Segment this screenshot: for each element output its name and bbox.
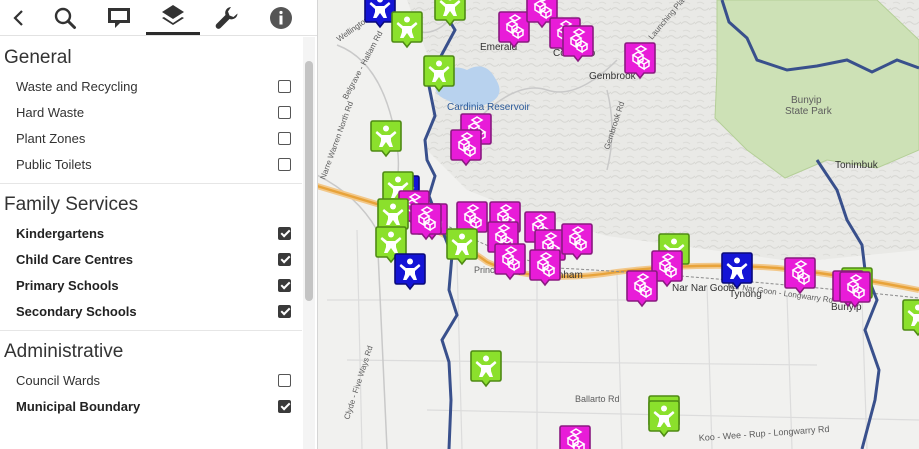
kindergarten-marker[interactable] xyxy=(446,228,478,266)
panel-scrollbar[interactable] xyxy=(303,37,315,449)
layer-item-council-wards[interactable]: Council Wards xyxy=(0,367,302,393)
layer-label: Child Care Centres xyxy=(16,251,134,267)
layer-item-primary-schools[interactable]: Primary Schools xyxy=(0,272,302,298)
map-view[interactable]: Emerald Cockatoo Gembrook Cardinia Reser… xyxy=(317,0,919,449)
wrench-icon xyxy=(215,6,238,29)
kindergarten-marker[interactable] xyxy=(391,11,423,49)
layer-checkbox[interactable] xyxy=(278,399,291,413)
childcare-marker[interactable] xyxy=(498,11,530,49)
layer-label: Secondary Schools xyxy=(16,303,137,319)
layer-checkbox[interactable] xyxy=(278,304,291,318)
search-icon xyxy=(54,7,76,29)
back-button[interactable] xyxy=(0,0,38,35)
place-label: Bunyip xyxy=(791,95,822,106)
childcare-marker[interactable] xyxy=(410,203,442,241)
toolbar xyxy=(0,0,317,36)
map-canvas[interactable]: Emerald Cockatoo Gembrook Cardinia Reser… xyxy=(317,0,919,449)
layer-label: Kindergartens xyxy=(16,225,105,241)
place-label: Tonimbuk xyxy=(835,160,879,171)
childcare-marker[interactable] xyxy=(784,257,816,295)
family-services-section: Family Services Kindergartens Child Care… xyxy=(0,184,302,331)
comment-button[interactable] xyxy=(92,0,146,35)
childcare-marker[interactable] xyxy=(562,25,594,63)
place-label: Narre Warren North Rd xyxy=(318,100,355,181)
layer-item-child-care-centres[interactable]: Child Care Centres xyxy=(0,246,302,272)
tools-button[interactable] xyxy=(200,0,254,35)
place-label: Belgrave - Hallam Rd xyxy=(341,30,385,101)
layer-list: General Waste and Recycling Hard Waste P… xyxy=(0,37,302,449)
layer-checkbox[interactable] xyxy=(278,105,291,119)
kindergarten-marker[interactable] xyxy=(648,400,680,438)
layer-item-public-toilets[interactable]: Public Toilets xyxy=(0,151,302,177)
place-label: Nar Nar Goon xyxy=(672,283,734,294)
school-marker[interactable] xyxy=(721,252,753,290)
layer-label: Municipal Boundary xyxy=(16,398,141,414)
layer-item-secondary-schools[interactable]: Secondary Schools xyxy=(0,298,302,324)
kindergarten-marker[interactable] xyxy=(902,299,919,337)
layer-item-municipal-boundary[interactable]: Municipal Boundary xyxy=(0,393,302,419)
section-title: Family Services xyxy=(4,194,139,215)
layers-icon xyxy=(162,5,184,25)
layers-button[interactable] xyxy=(146,0,200,35)
layer-checkbox[interactable] xyxy=(278,278,291,292)
comment-icon xyxy=(108,7,130,28)
layer-checkbox[interactable] xyxy=(278,79,291,93)
childcare-marker[interactable] xyxy=(450,129,482,167)
layer-checkbox[interactable] xyxy=(278,373,291,387)
section-title: General xyxy=(4,47,72,68)
info-button[interactable] xyxy=(254,0,308,35)
place-label: Ballarto Rd xyxy=(575,394,620,404)
general-section: General Waste and Recycling Hard Waste P… xyxy=(0,37,302,184)
administrative-section: Administrative Council Wards Municipal B… xyxy=(0,331,302,425)
layer-label: Public Toilets xyxy=(16,156,92,172)
section-title: Administrative xyxy=(4,341,124,362)
place-label: Koo - Wee - Rup - Longwarry Rd xyxy=(698,424,829,443)
childcare-marker[interactable] xyxy=(624,42,656,80)
childcare-marker[interactable] xyxy=(529,249,561,287)
back-icon xyxy=(13,9,23,26)
childcare-marker[interactable] xyxy=(626,270,658,308)
layer-checkbox[interactable] xyxy=(278,226,291,240)
layer-item-hard-waste[interactable]: Hard Waste xyxy=(0,99,302,125)
layer-item-waste-recycling[interactable]: Waste and Recycling xyxy=(0,73,302,99)
layer-checkbox[interactable] xyxy=(278,157,291,171)
layer-label: Hard Waste xyxy=(16,104,85,120)
childcare-marker[interactable] xyxy=(561,223,593,261)
info-icon xyxy=(270,6,292,29)
layer-label: Plant Zones xyxy=(16,130,86,146)
place-label: Cardinia Reservoir xyxy=(447,102,530,113)
layer-checkbox[interactable] xyxy=(278,252,291,266)
kindergarten-marker[interactable] xyxy=(470,350,502,388)
layer-checkbox[interactable] xyxy=(278,131,291,145)
layer-label: Primary Schools xyxy=(16,277,119,293)
childcare-marker[interactable] xyxy=(559,425,591,449)
kindergarten-marker[interactable] xyxy=(423,55,455,93)
layer-item-kindergartens[interactable]: Kindergartens xyxy=(0,220,302,246)
place-label: State Park xyxy=(785,106,833,117)
layer-label: Waste and Recycling xyxy=(16,78,138,94)
school-marker[interactable] xyxy=(394,253,426,291)
childcare-marker[interactable] xyxy=(494,243,526,281)
scrollbar-thumb[interactable] xyxy=(305,61,313,301)
layer-item-plant-zones[interactable]: Plant Zones xyxy=(0,125,302,151)
childcare-marker[interactable] xyxy=(839,271,871,309)
layer-label: Council Wards xyxy=(16,372,101,388)
layer-sidebar: General Waste and Recycling Hard Waste P… xyxy=(0,0,318,449)
search-button[interactable] xyxy=(38,0,92,35)
kindergarten-marker[interactable] xyxy=(370,120,402,158)
place-label: Clyde - Five Ways Rd xyxy=(342,345,374,421)
